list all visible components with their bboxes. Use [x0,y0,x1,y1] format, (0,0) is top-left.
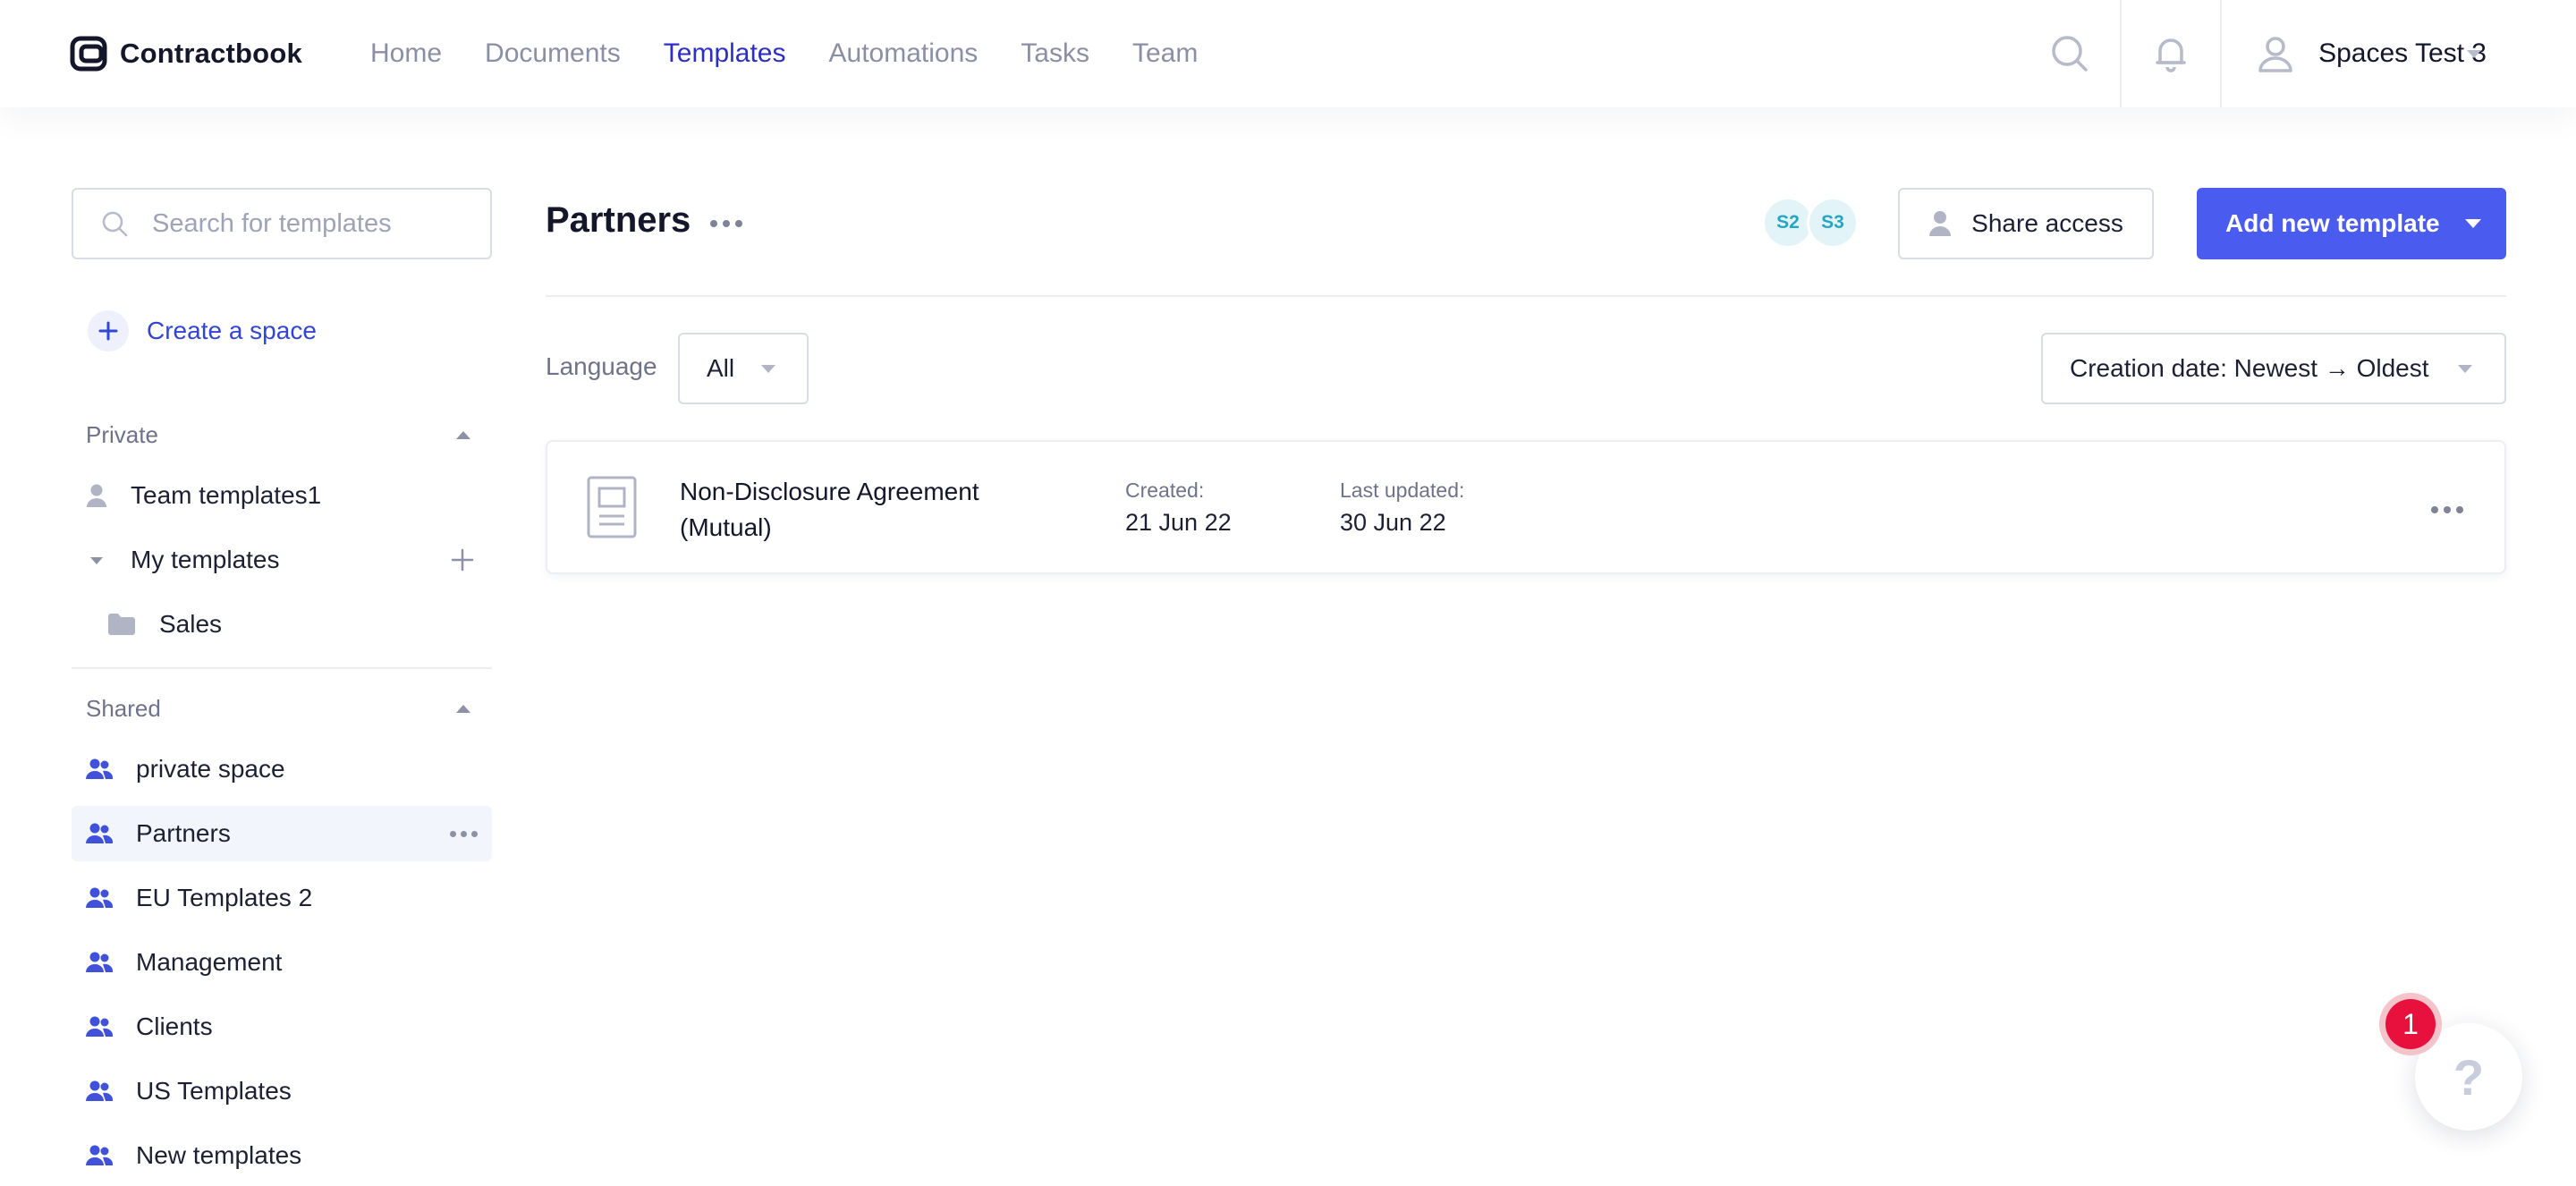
sort-select[interactable]: Creation date: Newest → Oldest [2041,333,2506,404]
sidebar-item-label: private space [136,755,285,783]
users-icon [86,887,113,908]
page-title: Partners [546,200,691,240]
shared-section-header[interactable]: Shared [86,690,479,726]
plus-icon [88,310,129,352]
contractbook-logo-icon [70,36,107,72]
users-icon [86,1016,113,1037]
language-filter-label: Language [546,352,657,380]
created-label: Created: [1125,479,1205,502]
sidebar-item-label: Team templates1 [131,481,322,509]
user-icon [87,484,106,507]
user-icon [1929,211,1952,236]
collapse-icon [456,704,470,713]
add-folder-plus-icon[interactable] [451,548,474,572]
help-notification-badge[interactable]: 1 [2379,993,2442,1055]
user-avatar-icon [2258,37,2292,72]
sidebar-item-label: Clients [136,1012,213,1040]
user-name: Spaces Test 3 [2318,38,2487,68]
share-access-button[interactable]: Share access [1898,188,2154,259]
search-icon [2052,36,2088,72]
sidebar-item-us-templates[interactable]: US Templates [72,1063,492,1119]
private-section-header[interactable]: Private [86,417,479,453]
create-space-button[interactable]: Create a space [88,310,317,352]
chevron-down-icon [2467,50,2481,58]
sidebar-item-label: New templates [136,1141,302,1169]
search-icon [102,211,128,237]
updated-label: Last updated: [1340,479,1465,502]
bell-icon [2156,38,2186,72]
add-new-template-label: Add new template [2225,209,2440,237]
chevron-down-icon [2457,364,2472,373]
created-date: 21 Jun 22 [1125,509,1232,536]
chevron-down-icon [90,557,103,564]
sidebar-item-my-templates[interactable]: My templates [72,532,492,588]
header-divider [546,295,2506,297]
chevron-down-icon [761,364,776,373]
user-menu[interactable]: Spaces Test 3 [2220,0,2576,107]
language-select-value: All [707,354,735,382]
updated-date: 30 Jun 22 [1340,509,1446,536]
chevron-down-icon [2464,219,2481,228]
updated-meta: Last updated: 30 Jun 22 [1340,476,1464,540]
notifications-button[interactable] [2120,0,2220,107]
share-access-label: Share access [1971,209,2123,237]
main-nav: Home Documents Templates Automations Tas… [370,32,1198,75]
users-icon [86,758,113,779]
templates-sidebar: Search for templates Create a space Priv… [72,188,492,1169]
space-more-options-icon[interactable] [710,220,742,227]
users-icon [86,952,113,972]
help-question-icon: ? [2453,1048,2485,1106]
sidebar-item-label: Management [136,948,283,976]
nav-team[interactable]: Team [1132,38,1198,69]
sidebar-item-label: EU Templates 2 [136,884,313,911]
sidebar-item-sales[interactable]: Sales [72,597,492,652]
sidebar-item-label: My templates [131,546,280,573]
document-icon [587,476,637,538]
created-meta: Created: 21 Jun 22 [1125,476,1232,540]
avatar: S3 [1807,197,1859,249]
template-more-options-icon[interactable] [2431,506,2463,513]
sidebar-item-team-templates1[interactable]: Team templates1 [72,468,492,523]
badge-count: 1 [2385,999,2436,1049]
language-select[interactable]: All [678,333,809,404]
sidebar-item-private-space[interactable]: private space [72,741,492,797]
folder-icon [108,614,135,635]
template-row[interactable]: Non-Disclosure Agreement (Mutual) Create… [546,440,2506,574]
nav-templates[interactable]: Templates [664,38,786,69]
template-name[interactable]: Non-Disclosure Agreement (Mutual) [680,474,1038,546]
app-logo[interactable]: Contractbook [70,36,302,72]
sidebar-item-new-templates[interactable]: New templates [72,1128,492,1183]
create-space-label: Create a space [147,317,317,344]
sidebar-item-management[interactable]: Management [72,935,492,990]
space-members[interactable]: S2 S3 [1762,197,1859,249]
sidebar-item-label: Partners [136,819,231,847]
nav-automations[interactable]: Automations [829,38,979,69]
template-search-input[interactable]: Search for templates [72,188,492,259]
users-icon [86,1080,113,1101]
users-icon [86,1145,113,1165]
sort-select-value: Creation date: Newest → Oldest [2070,354,2429,382]
sidebar-item-eu-templates-2[interactable]: EU Templates 2 [72,870,492,926]
nav-tasks[interactable]: Tasks [1021,38,1089,69]
top-right-controls: Spaces Test 3 [2020,0,2576,107]
sidebar-item-clients[interactable]: Clients [72,999,492,1055]
global-search-button[interactable] [2020,0,2120,107]
sidebar-item-partners[interactable]: Partners [72,806,492,861]
section-title-private: Private [86,420,158,448]
section-title-shared: Shared [86,694,161,722]
add-new-template-button[interactable]: Add new template [2197,188,2506,259]
top-navigation-bar: Contractbook Home Documents Templates Au… [0,0,2576,107]
section-divider [72,667,492,669]
nav-documents[interactable]: Documents [485,38,621,69]
nav-home[interactable]: Home [370,38,442,69]
users-icon [86,823,113,843]
app-name: Contractbook [120,38,302,69]
search-placeholder: Search for templates [152,208,392,238]
sidebar-item-label: Sales [159,610,223,638]
more-options-icon[interactable] [450,831,478,837]
collapse-icon [456,430,470,439]
sidebar-item-label: US Templates [136,1077,292,1105]
